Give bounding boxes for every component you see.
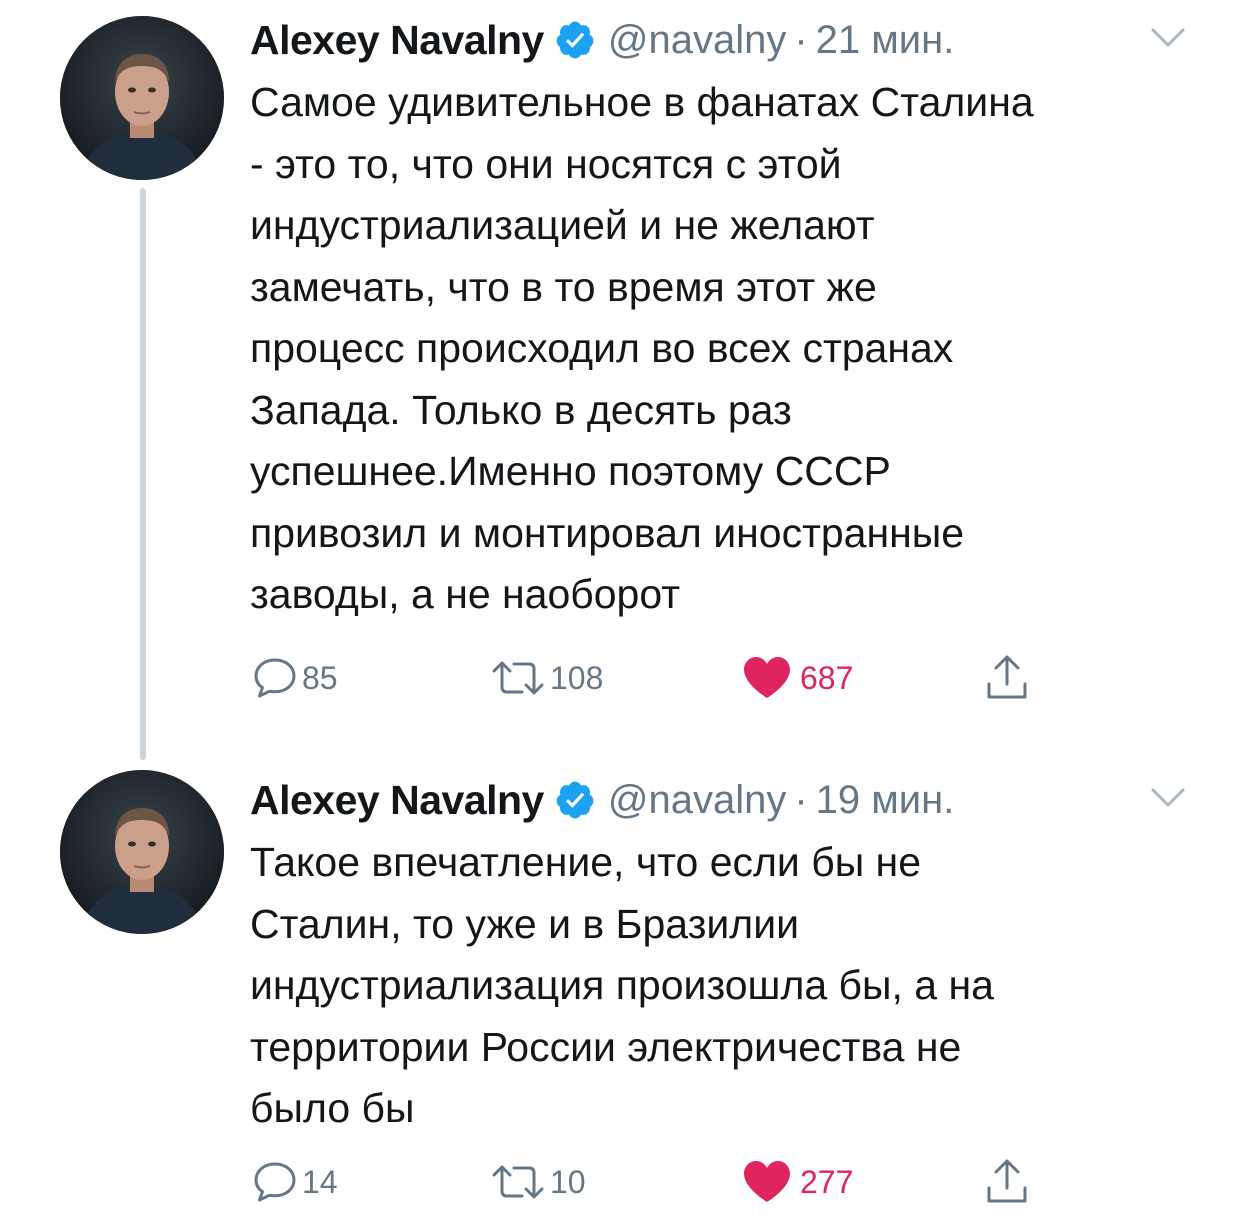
author-name[interactable]: Alexey Navalny [250,17,544,64]
reply-button[interactable]: 14 [252,1158,338,1206]
retweet-arrows-icon [490,655,546,701]
tweet[interactable]: Alexey Navalny @navalny · 19 мин. Такое … [0,760,1242,1229]
tweet-text: Самое удивительное в фанатах Сталина - э… [250,79,1034,617]
reply-button[interactable]: 85 [252,654,338,702]
retweet-count: 10 [550,1163,586,1200]
avatar[interactable] [60,16,224,180]
share-upload-icon [984,654,1030,702]
tweet-actions: 14 10 277 [252,1158,1052,1206]
avatar[interactable] [60,770,224,934]
speech-bubble-icon [252,1159,298,1205]
author-handle[interactable]: @navalny [608,778,786,823]
tweet-header: Alexey Navalny @navalny · 21 мин. [250,12,954,68]
like-count: 687 [800,659,854,696]
retweet-arrows-icon [490,1159,546,1205]
tweet-actions: 85 108 687 [252,654,1052,702]
timestamp[interactable]: 19 мин. [816,778,955,823]
chevron-down-icon[interactable] [1150,786,1186,810]
heart-icon [742,1159,792,1205]
retweet-count: 108 [550,659,604,696]
like-count: 277 [800,1163,854,1200]
chevron-down-icon[interactable] [1150,26,1186,50]
tweet[interactable]: Alexey Navalny @navalny · 21 мин. Самое … [0,0,1242,760]
reply-count: 14 [302,1163,338,1200]
heart-icon [742,655,792,701]
author-handle[interactable]: @navalny [608,18,786,63]
share-button[interactable] [984,1158,1030,1206]
verified-badge-icon [554,779,596,821]
like-button[interactable]: 687 [742,654,853,702]
reply-count: 85 [302,659,338,696]
tweet-header: Alexey Navalny @navalny · 19 мин. [250,772,954,828]
author-name[interactable]: Alexey Navalny [250,777,544,824]
separator-dot: · [794,777,808,822]
separator-dot: · [794,17,808,62]
share-upload-icon [984,1158,1030,1206]
like-button[interactable]: 277 [742,1158,853,1206]
retweet-button[interactable]: 108 [490,654,603,702]
share-button[interactable] [984,654,1030,702]
verified-badge-icon [554,19,596,61]
speech-bubble-icon [252,655,298,701]
retweet-button[interactable]: 10 [490,1158,586,1206]
tweet-text: Такое впечатление, что если бы не Сталин… [250,839,994,1131]
timestamp[interactable]: 21 мин. [816,18,955,63]
